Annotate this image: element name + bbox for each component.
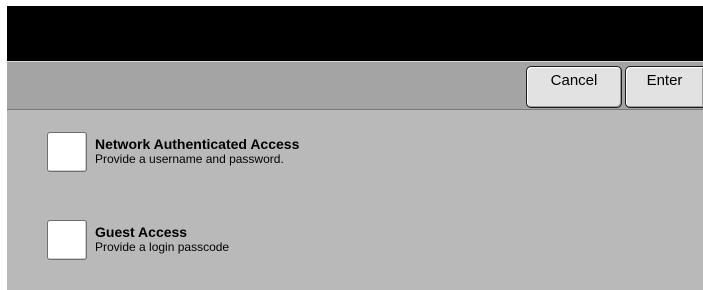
network-access-checkbox[interactable] xyxy=(47,132,87,172)
option-title: Guest Access xyxy=(95,224,188,240)
cancel-button[interactable]: Cancel xyxy=(526,66,622,108)
option-description: Provide a username and password. xyxy=(95,152,284,166)
guest-access-checkbox[interactable] xyxy=(47,220,87,260)
option-description: Provide a login passcode xyxy=(95,240,230,254)
option-text: Network Authenticated Access Provide a u… xyxy=(95,136,299,166)
option-title: Network Authenticated Access xyxy=(95,136,300,152)
enter-button[interactable]: Enter xyxy=(625,66,703,108)
enter-button-label: Enter xyxy=(646,71,683,89)
option-text: Guest Access Provide a login passcode xyxy=(95,224,229,254)
cancel-button-label: Cancel xyxy=(550,71,598,89)
option-guest-access: Guest Access Provide a login passcode xyxy=(47,220,229,260)
login-panel: Cancel Enter Network Authenticated Acces… xyxy=(7,6,703,290)
access-options: Network Authenticated Access Provide a u… xyxy=(7,110,703,290)
option-network-access: Network Authenticated Access Provide a u… xyxy=(47,132,299,172)
action-bar: Cancel Enter xyxy=(7,61,703,110)
